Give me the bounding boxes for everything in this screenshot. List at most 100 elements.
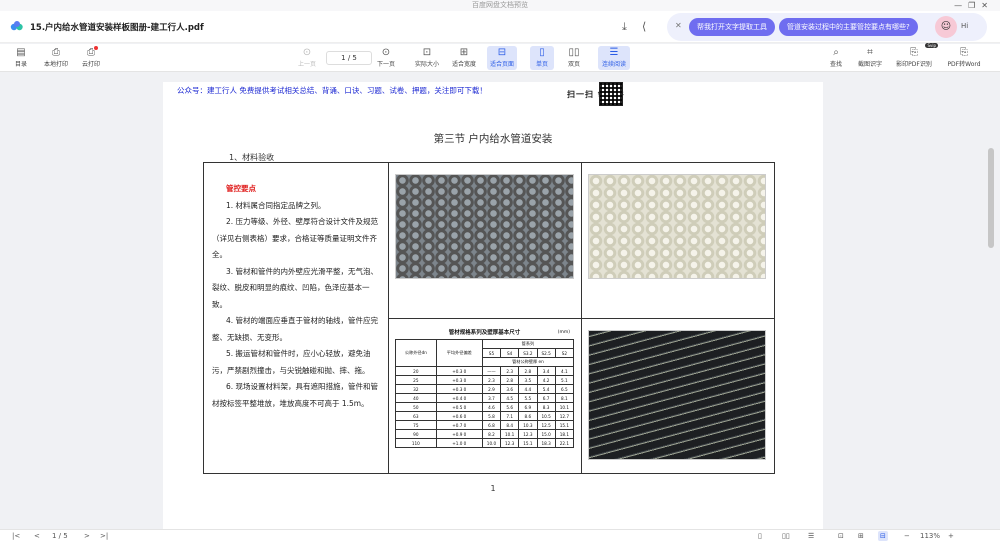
spec-cell: 12.3	[500, 438, 520, 448]
spec-header-cell: S2.5	[536, 348, 556, 358]
spec-cell: 8.4	[500, 420, 520, 430]
spec-cell: +0.6 0	[435, 411, 483, 421]
spec-cell: 2.9	[481, 384, 502, 394]
table-row: 32 +0.3 0 2.9 3.6 4.4 5.4 6.5	[395, 384, 575, 394]
spec-cell: 10.1	[500, 429, 520, 439]
scrollbar[interactable]	[988, 148, 994, 248]
section-title: 第三节 户内给水管道安装	[433, 133, 553, 145]
spec-cell: 8.3	[536, 402, 556, 412]
fit-width-button[interactable]: ⊞ 适合宽度	[450, 46, 478, 70]
ai-prompt-control-points[interactable]: 管道安装过程中的主要管控要点有哪些?	[779, 18, 918, 36]
status-page-indicator: 1 / 5	[52, 532, 68, 540]
spec-cell: 4.2	[536, 375, 556, 385]
content-table: 管控要点 1. 材料属合同指定品牌之列。 2. 压力等级、外径、壁厚符合设计文件…	[203, 162, 775, 474]
table-row: 110 +1.0 0 10.0 12.3 15.1 18.3 22.1	[395, 438, 575, 448]
qr-code-image	[599, 82, 623, 106]
spec-cell: 5.4	[536, 384, 556, 394]
black-pipes-photo	[588, 330, 766, 460]
spec-cell: 5.6	[500, 402, 520, 412]
point-item: 3. 管材和管件的内外壁应光滑平整，无气泡、裂纹、脱皮和明显的痕纹、凹陷，色泽应…	[212, 266, 379, 309]
actual-size-icon[interactable]: ⊡	[838, 531, 844, 541]
zoom-in-icon[interactable]: +	[948, 531, 954, 541]
toolbar: ▤ 目录 ⎙ 本地打印 ⎙ 云打印 ⊙ 上一页 1 / 5 ⊙ 下一页 ⊡ 实际大小 ⊞ 适合…	[0, 43, 1000, 72]
spec-cell: 15.1	[554, 420, 575, 430]
spec-cell: ——	[481, 366, 502, 376]
spec-cell: 6.9	[518, 402, 538, 412]
fit-page-button[interactable]: ⊟ 适合页面	[487, 46, 517, 70]
spec-grid: 公称外径dn 平均外径偏差 管系列 S5 S4 S3.2 S2.5 S2 管材公称壁厚 en 20…	[395, 339, 575, 448]
screenshot-ocr-button[interactable]: ⌗ 截图识字	[856, 46, 884, 70]
arrow-down-icon: ⊙	[381, 47, 391, 58]
spec-cell: +1.0 0	[435, 438, 483, 448]
pdf-to-word-button[interactable]: ⎘ PDF转Word	[944, 46, 984, 70]
spec-cell: 40	[395, 393, 437, 403]
ai-prompt-extract-text[interactable]: 帮我打开文字提取工具	[689, 18, 775, 36]
spec-cell: 2.8	[500, 375, 520, 385]
ai-assistant-panel: ✕ 帮我打开文字提取工具 管道安装过程中的主要管控要点有哪些? ☺ Hi	[667, 13, 987, 41]
point-item: 2. 压力等级、外径、壁厚符合设计文件及规范（详见右侧表格）要求，合格证等质量证…	[212, 217, 379, 259]
double-page-button[interactable]: ▯▯ 双页	[562, 46, 586, 70]
spec-cell: 12.5	[536, 420, 556, 430]
cloud-printer-icon: ⎙	[87, 47, 95, 58]
spec-cell: 110	[395, 438, 437, 448]
zoom-level: 113%	[920, 532, 941, 540]
svip-badge: Svip	[925, 43, 938, 48]
point-item: 5. 搬运管材和管件时，应小心轻放，避免油污，严禁剧烈撞击，与尖锐触碰和抛、摔、…	[212, 349, 371, 375]
cloud-print-button[interactable]: ⎙ 云打印	[78, 46, 104, 70]
first-page-icon[interactable]: |<	[12, 531, 20, 541]
spec-cell: 32	[395, 384, 437, 394]
table-row: 20 +0.3 0 —— 2.3 2.8 3.4 4.1	[395, 366, 575, 376]
last-page-icon[interactable]: >|	[100, 531, 108, 541]
spec-cell: 15.0	[536, 429, 556, 439]
spec-header-cell: S3.2	[518, 348, 538, 358]
spec-cell: 22.1	[554, 438, 575, 448]
spec-cell: 8.1	[554, 393, 575, 403]
single-page-button[interactable]: ▯ 单页	[530, 46, 554, 70]
table-row: 40 +0.4 0 3.7 4.5 5.5 6.7 8.1	[395, 393, 575, 403]
actual-size-icon: ⊡	[422, 47, 432, 58]
table-row: 75 +0.7 0 6.8 8.4 10.3 12.5 15.1	[395, 420, 575, 430]
fit-page-icon[interactable]: ⊟	[878, 531, 888, 541]
ocr-pdf-button[interactable]: ⎘ 影印PDF识别 Svip	[894, 43, 938, 70]
spec-cell: 90	[395, 429, 437, 439]
close-icon[interactable]: ✕	[675, 21, 682, 30]
spec-cell: 3.6	[500, 384, 520, 394]
continuous-icon[interactable]: ☰	[808, 531, 814, 541]
status-bar: |< < 1 / 5 > >| ▯ ▯▯ ☰ ⊡ ⊞ ⊟ − 113% +	[0, 529, 1000, 541]
pdf-page: 公众号：建工行人 免费提供考试相关总结、背诵、口诀、习题、试卷、押题，关注即可下…	[163, 82, 823, 529]
document-viewer[interactable]: 公众号：建工行人 免费提供考试相关总结、背诵、口诀、习题、试卷、押题，关注即可下…	[0, 73, 1000, 529]
next-page-icon[interactable]: >	[84, 531, 90, 541]
search-button[interactable]: ⌕ 查找	[826, 46, 846, 70]
fit-width-icon: ⊞	[459, 47, 469, 58]
spec-cell: 8.2	[481, 429, 502, 439]
assistant-avatar[interactable]: ☺	[935, 16, 957, 38]
window-controls[interactable]: —❐✕	[954, 0, 994, 11]
actual-size-button[interactable]: ⊡ 实际大小	[412, 46, 442, 70]
prev-page-icon[interactable]: <	[34, 531, 40, 541]
spec-cell: 20	[395, 366, 437, 376]
single-page-icon[interactable]: ▯	[758, 531, 762, 541]
spec-cell: 50	[395, 402, 437, 412]
gray-pipes-photo	[395, 174, 574, 279]
spec-cell: 4.6	[481, 402, 502, 412]
share-icon[interactable]: ⟨	[642, 20, 646, 33]
spec-cell: +0.4 0	[435, 393, 483, 403]
double-page-icon[interactable]: ▯▯	[782, 531, 790, 541]
spec-cell: 7.1	[500, 411, 520, 421]
prev-page-button[interactable]: ⊙ 上一页	[294, 46, 320, 70]
download-icon[interactable]: ⤓	[622, 20, 627, 34]
zoom-out-icon[interactable]: −	[904, 531, 910, 541]
fit-page-icon: ⊟	[497, 47, 507, 58]
promo-text: 公众号：建工行人 免费提供考试相关总结、背诵、口诀、习题、试卷、押题，关注即可下…	[177, 86, 487, 95]
catalog-button[interactable]: ▤ 目录	[10, 46, 32, 70]
fit-width-icon[interactable]: ⊞	[858, 531, 864, 541]
spec-cell: +0.3 0	[435, 384, 483, 394]
page-number-input[interactable]: 1 / 5	[326, 51, 372, 65]
spec-header-cell: 平均外径偏差	[435, 339, 483, 367]
spec-header-row: 公称外径dn 平均外径偏差 管系列	[395, 339, 575, 367]
continuous-read-button[interactable]: ☰ 连续阅读	[598, 46, 630, 70]
spec-title: 管材规格系列及壁厚基本尺寸	[448, 330, 521, 336]
next-page-button[interactable]: ⊙ 下一页	[373, 46, 399, 70]
spec-cell: 10.1	[554, 402, 575, 412]
local-print-button[interactable]: ⎙ 本地打印	[40, 46, 72, 70]
